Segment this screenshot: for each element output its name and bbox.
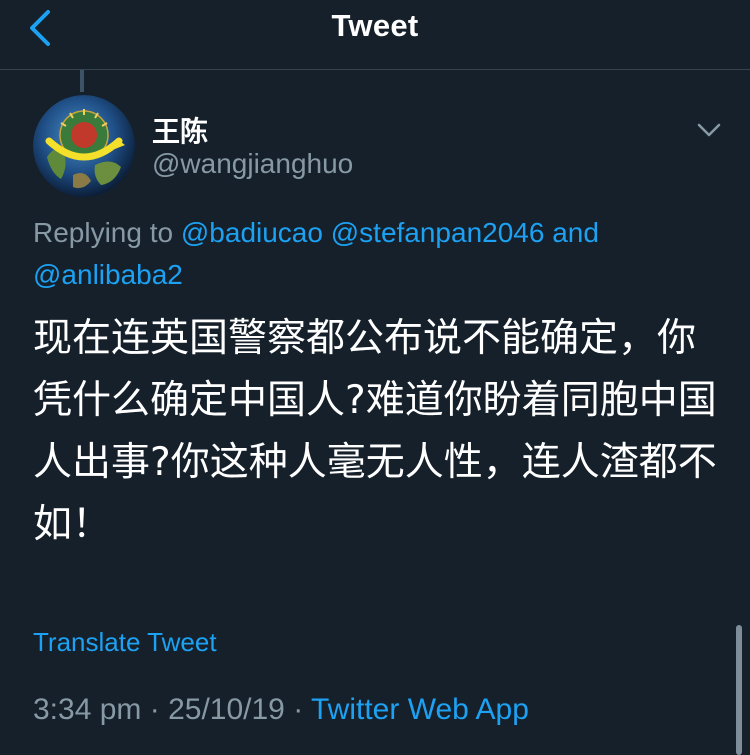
mention-link[interactable]: @stefanpan2046 [331,217,545,248]
mention-link[interactable]: @badiucao [181,217,323,248]
mention-link[interactable]: @anlibaba2 [33,259,183,290]
author-handle[interactable]: @wangjianghuo [152,148,353,180]
author-display-name[interactable]: 王陈 [152,110,208,150]
top-bar: Tweet [0,0,750,70]
more-options-button[interactable] [690,115,728,145]
avatar[interactable] [33,95,135,197]
replying-to: Replying to @badiucao @stefanpan2046 and… [33,212,723,296]
replying-to-label: Replying to [33,217,174,248]
scrollbar[interactable] [736,625,742,755]
meta-separator: · [149,693,160,726]
meta-separator: · [293,693,304,726]
translate-tweet-link[interactable]: Translate Tweet [33,627,217,658]
globe-logo-avatar [33,95,135,197]
tweet-date: 25/10/19 [168,693,285,726]
tweet-body: 现在连英国警察都公布说不能确定，你凭什么确定中国人?难道你盼着同胞中国人出事?你… [33,316,717,547]
mention-connector[interactable]: and [552,217,599,248]
tweet-time: 3:34 pm [33,693,142,726]
page-title: Tweet [331,8,419,43]
tweet-source-link[interactable]: Twitter Web App [311,693,529,726]
chevron-down-icon [697,123,721,137]
thread-connector-line [80,70,84,92]
tweet-metadata: 3:34 pm · 25/10/19 · Twitter Web App [33,693,529,727]
